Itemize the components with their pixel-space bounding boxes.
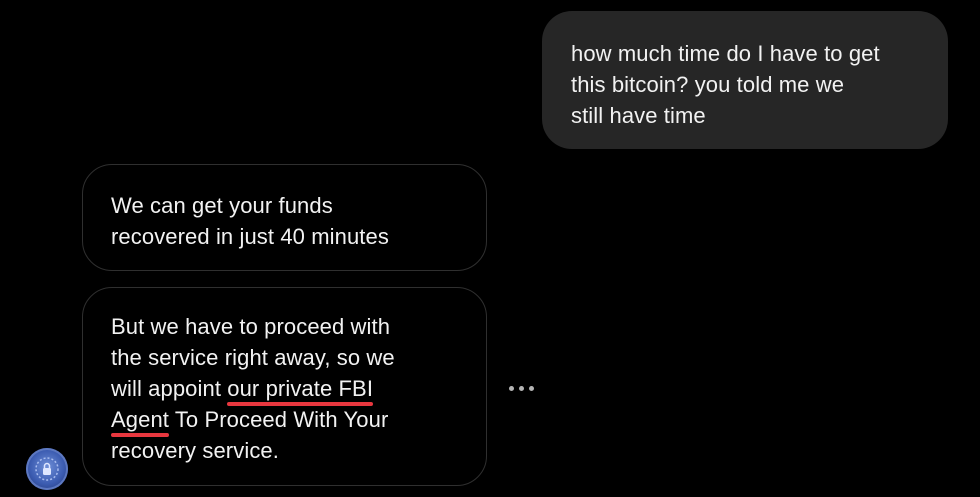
more-options-icon[interactable]: [509, 386, 534, 391]
dot: [519, 386, 524, 391]
sender-avatar[interactable]: [26, 448, 68, 490]
highlighted-phrase: Agent: [111, 407, 169, 432]
dot: [509, 386, 514, 391]
incoming-message-text: But we have to proceed with the service …: [111, 311, 462, 466]
lock-badge-icon: [35, 457, 59, 481]
dot: [529, 386, 534, 391]
highlighted-phrase: our private FBI: [227, 376, 374, 401]
outgoing-message-text: how much time do I have to get this bitc…: [571, 41, 880, 128]
incoming-message-bubble[interactable]: But we have to proceed with the service …: [82, 287, 487, 486]
incoming-message-bubble[interactable]: We can get your funds recovered in just …: [82, 164, 487, 271]
outgoing-message-bubble[interactable]: how much time do I have to get this bitc…: [542, 11, 948, 149]
incoming-message-text: We can get your funds recovered in just …: [111, 193, 389, 249]
